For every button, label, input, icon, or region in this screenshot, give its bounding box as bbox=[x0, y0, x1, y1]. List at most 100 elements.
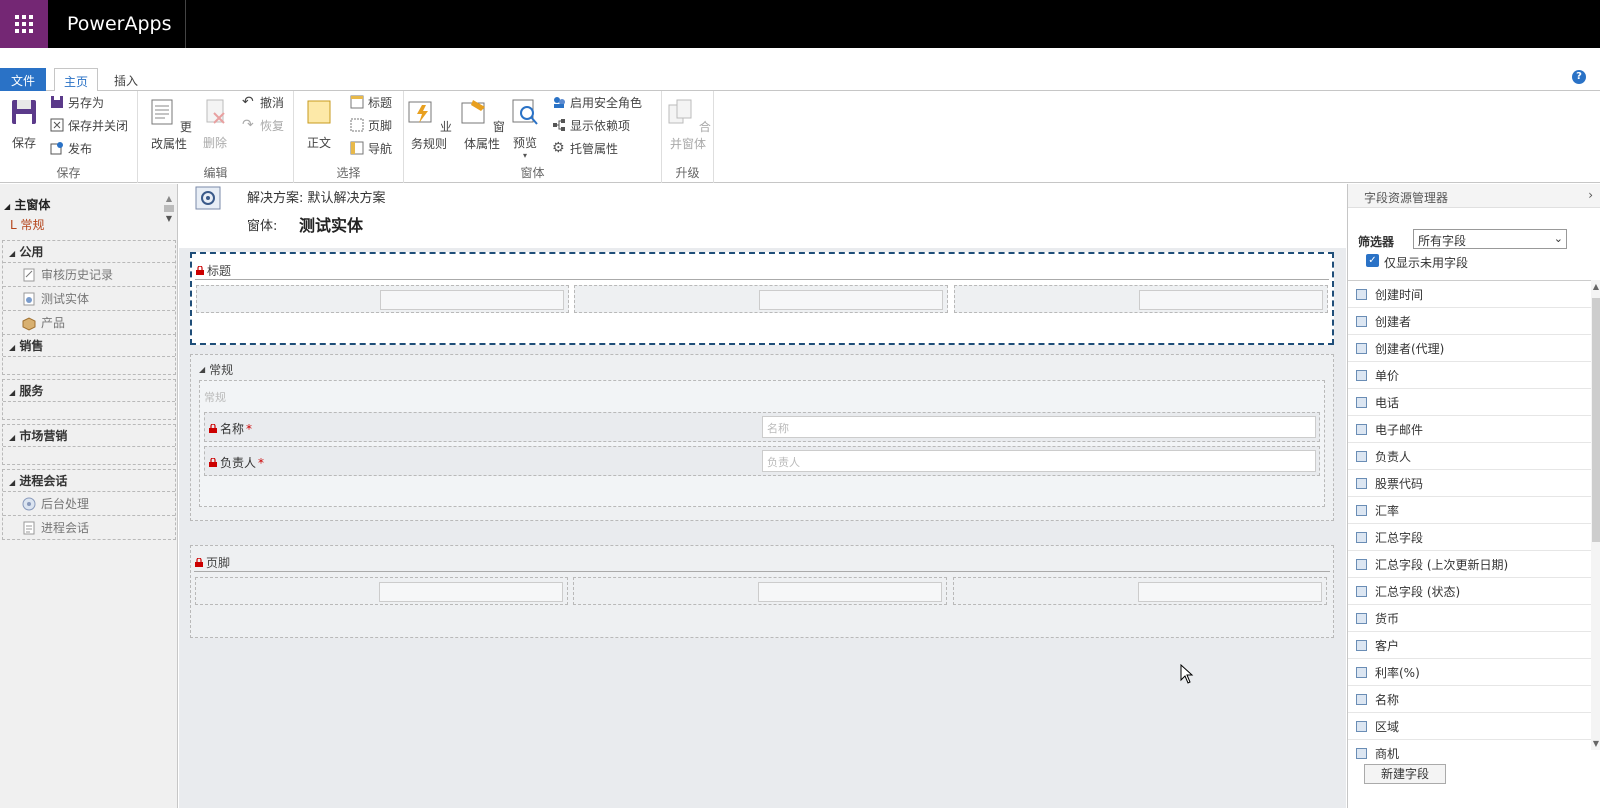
header-button[interactable]: 标题 bbox=[350, 92, 392, 112]
scroll-thumb[interactable] bbox=[1592, 298, 1600, 542]
preview-button[interactable]: 预览 ▾ bbox=[510, 97, 540, 160]
header-field-slot[interactable] bbox=[954, 285, 1328, 313]
field-icon bbox=[1356, 747, 1367, 759]
field-list-item[interactable]: 汇总字段 (上次更新日期) bbox=[1348, 551, 1591, 578]
tab-insert[interactable]: 插入 bbox=[106, 68, 146, 91]
only-unused-checkbox[interactable]: ✓ bbox=[1366, 254, 1379, 267]
chevron-right-icon[interactable]: › bbox=[1588, 188, 1593, 202]
field-icon bbox=[1356, 585, 1367, 597]
field-list-item[interactable]: 汇总字段 bbox=[1348, 524, 1591, 551]
publish-button[interactable]: 发布 bbox=[50, 138, 92, 158]
nav-item-process-sessions[interactable]: 进程会话 bbox=[3, 515, 175, 539]
footer-field-slot[interactable] bbox=[573, 577, 947, 605]
save-as-button[interactable]: 另存为 bbox=[50, 92, 104, 112]
filter-select[interactable]: 所有字段 ⌄ bbox=[1413, 229, 1567, 249]
show-dependencies-button[interactable]: 显示依赖项 bbox=[552, 115, 630, 135]
field-list-item[interactable]: 创建时间 bbox=[1348, 281, 1591, 308]
nav-main-form[interactable]: ◢ 主窗体 bbox=[4, 196, 164, 213]
preview-label: 预览 bbox=[512, 136, 537, 150]
footer-section[interactable]: 页脚 bbox=[190, 545, 1334, 638]
scroll-thumb[interactable] bbox=[164, 205, 174, 212]
general-tab[interactable]: ◢ 常规 常规 名称 * 名称 负责人 * 负责人 bbox=[190, 354, 1334, 521]
nav-section-title[interactable]: ◢ 市场营销 bbox=[3, 425, 175, 446]
scroll-down-icon[interactable]: ▼ bbox=[1591, 739, 1600, 748]
new-field-button[interactable]: 新建字段 bbox=[1364, 764, 1446, 784]
nav-tree: ◢ 主窗体 L 常规 bbox=[4, 196, 164, 233]
general-tab-label: 常规 bbox=[209, 363, 234, 377]
audit-history-icon bbox=[23, 268, 35, 281]
field-list-item[interactable]: 商机 bbox=[1348, 740, 1591, 760]
nav-item-product[interactable]: 产品 bbox=[3, 310, 175, 334]
field-row-name[interactable]: 名称 * 名称 bbox=[204, 412, 1320, 442]
nav-section-label: 公用 bbox=[19, 245, 44, 259]
footer-button[interactable]: 页脚 bbox=[350, 115, 392, 135]
field-list-item[interactable]: 利率(%) bbox=[1348, 659, 1591, 686]
body-button[interactable]: 正文 bbox=[304, 97, 334, 151]
field-list-item[interactable]: 电子邮件 bbox=[1348, 416, 1591, 443]
owner-field[interactable]: 负责人 bbox=[762, 450, 1316, 472]
form-properties-button[interactable]: 窗体属性 bbox=[456, 97, 508, 152]
product-icon bbox=[22, 316, 36, 331]
save-close-button[interactable]: 保存并关闭 bbox=[50, 115, 128, 135]
nav-section-title[interactable]: ◢ 公用 bbox=[3, 241, 175, 262]
nav-item-audit-history[interactable]: 审核历史记录 bbox=[3, 262, 175, 286]
nav-item-test-entity[interactable]: 测试实体 bbox=[3, 286, 175, 310]
header-field-slot[interactable] bbox=[196, 285, 569, 313]
publish-label: 发布 bbox=[68, 141, 93, 156]
scroll-up-icon[interactable]: ▲ bbox=[1591, 282, 1600, 291]
field-list-item[interactable]: 货币 bbox=[1348, 605, 1591, 632]
field-list-item[interactable]: 区域 bbox=[1348, 713, 1591, 740]
footer-field-slot[interactable] bbox=[195, 577, 568, 605]
field-list-item[interactable]: 客户 bbox=[1348, 632, 1591, 659]
name-field[interactable]: 名称 bbox=[762, 416, 1316, 438]
field-icon bbox=[1356, 477, 1367, 489]
publish-icon bbox=[50, 142, 63, 155]
save-button[interactable]: 保存 bbox=[8, 97, 40, 151]
merge-forms-button[interactable]: 合并窗体 bbox=[662, 97, 714, 152]
general-section[interactable]: 常规 名称 * 名称 负责人 * 负责人 bbox=[199, 380, 1325, 507]
field-list-scrollbar[interactable]: ▲ ▼ bbox=[1591, 280, 1600, 750]
nav-scrollbar[interactable]: ▲ ▼ bbox=[163, 194, 175, 234]
navigation-button[interactable]: 导航 bbox=[350, 138, 392, 158]
field-list-item[interactable]: 名称 bbox=[1348, 686, 1591, 713]
field-list-item-label: 客户 bbox=[1375, 638, 1400, 653]
field-row-owner[interactable]: 负责人 * 负责人 bbox=[204, 446, 1320, 476]
nav-general[interactable]: L 常规 bbox=[4, 216, 164, 233]
field-list-item[interactable]: 汇总字段 (状态) bbox=[1348, 578, 1591, 605]
field-icon bbox=[1356, 720, 1367, 732]
scroll-down-icon: ▼ bbox=[165, 214, 173, 223]
field-list-item[interactable]: 创建者(代理) bbox=[1348, 335, 1591, 362]
field-list-item[interactable]: 单价 bbox=[1348, 362, 1591, 389]
tab-file[interactable]: 文件 bbox=[0, 68, 46, 91]
nav-section-title[interactable]: ◢ 销售 bbox=[3, 335, 175, 356]
enable-security-roles-button[interactable]: 启用安全角色 bbox=[552, 92, 642, 112]
business-rules-icon bbox=[408, 101, 432, 123]
nav-item-background-processes[interactable]: 后台处理 bbox=[3, 491, 175, 515]
footer-field-slot[interactable] bbox=[953, 577, 1327, 605]
header-section[interactable]: 标题 bbox=[190, 252, 1334, 345]
field-list-item-label: 商机 bbox=[1375, 746, 1400, 761]
managed-properties-button[interactable]: ⚙ 托管属性 bbox=[552, 138, 618, 158]
field-list-item[interactable]: 股票代码 bbox=[1348, 470, 1591, 497]
nav-section-title[interactable]: ◢ 进程会话 bbox=[3, 470, 175, 491]
field-list-item[interactable]: 创建者 bbox=[1348, 308, 1591, 335]
required-marker: * bbox=[246, 421, 253, 436]
mouse-cursor-icon bbox=[1180, 664, 1194, 684]
tab-home[interactable]: 主页 bbox=[54, 68, 98, 92]
delete-button[interactable]: 删除 bbox=[200, 97, 230, 151]
redo-button[interactable]: ↷ 恢复 bbox=[242, 115, 284, 135]
save-close-label: 保存并关闭 bbox=[68, 118, 129, 133]
app-launcher-button[interactable] bbox=[0, 0, 48, 48]
help-icon[interactable]: ? bbox=[1572, 70, 1586, 84]
field-icon bbox=[1356, 558, 1367, 570]
undo-button[interactable]: ↶ 撤消 bbox=[242, 92, 284, 112]
change-properties-button[interactable]: 更改属性 bbox=[144, 97, 194, 152]
field-list-item[interactable]: 汇率 bbox=[1348, 497, 1591, 524]
field-list-item[interactable]: 负责人 bbox=[1348, 443, 1591, 470]
business-rules-button[interactable]: 业务规则 bbox=[404, 97, 454, 152]
field-list-item-label: 货币 bbox=[1375, 611, 1400, 626]
header-field-slot[interactable] bbox=[574, 285, 948, 313]
field-list-item-label: 创建者(代理) bbox=[1375, 341, 1445, 356]
field-list-item[interactable]: 电话 bbox=[1348, 389, 1591, 416]
nav-section-title[interactable]: ◢ 服务 bbox=[3, 380, 175, 401]
